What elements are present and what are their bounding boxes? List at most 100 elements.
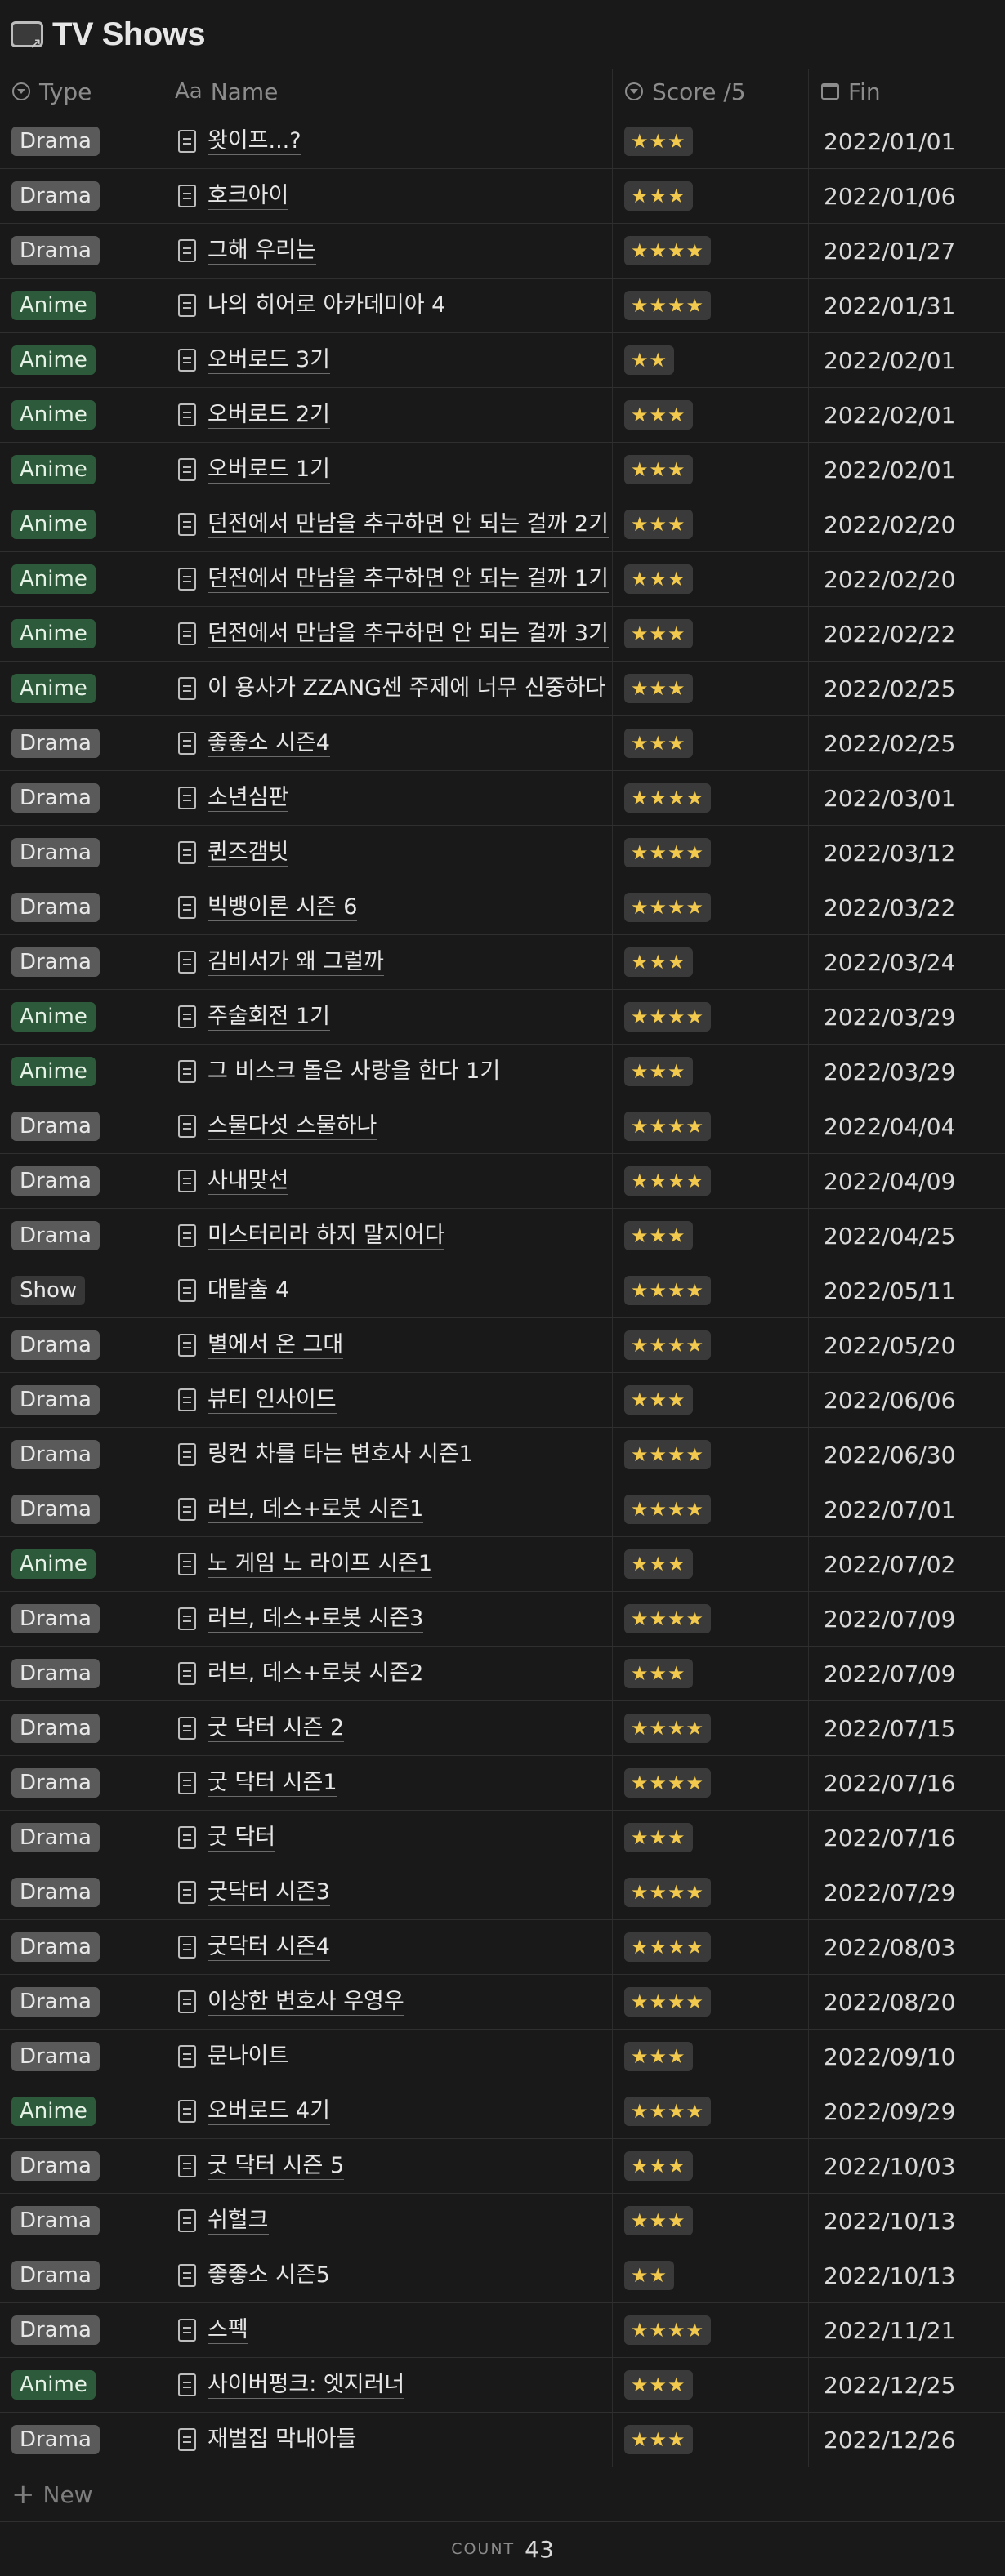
table-row[interactable]: Drama 굿 닥터 시즌 2 ★★★★ 2022/07/15 bbox=[0, 1701, 1005, 1756]
page-link[interactable]: 문나이트 bbox=[208, 2043, 289, 2070]
count-summary[interactable]: COUNT 43 bbox=[0, 2522, 1005, 2576]
table-row[interactable]: Drama 굿닥터 시즌3 ★★★★ 2022/07/29 bbox=[0, 1865, 1005, 1920]
name-cell[interactable]: 쉬헐크 bbox=[163, 2194, 613, 2248]
table-row[interactable]: Anime 주술회전 1기 ★★★★ 2022/03/29 bbox=[0, 990, 1005, 1045]
table-row[interactable]: Drama 러브, 데스+로봇 시즌1 ★★★★ 2022/07/01 bbox=[0, 1482, 1005, 1537]
type-cell[interactable]: Anime bbox=[0, 497, 163, 551]
fin-date-cell[interactable]: 2022/07/29 bbox=[809, 1865, 1005, 1919]
score-cell[interactable]: ★★★★ bbox=[613, 826, 809, 880]
type-cell[interactable]: Anime bbox=[0, 990, 163, 1044]
fin-date-cell[interactable]: 2022/05/11 bbox=[809, 1263, 1005, 1317]
page-link[interactable]: 굿 닥터 시즌 5 bbox=[208, 2153, 345, 2180]
page-link[interactable]: 왓이프...? bbox=[208, 128, 302, 155]
type-cell[interactable]: Drama bbox=[0, 2030, 163, 2084]
table-row[interactable]: Drama 러브, 데스+로봇 시즌2 ★★★ 2022/07/09 bbox=[0, 1647, 1005, 1701]
page-link[interactable]: 오버로드 1기 bbox=[208, 457, 330, 484]
table-row[interactable]: Anime 그 비스크 돌은 사랑을 한다 1기 ★★★ 2022/03/29 bbox=[0, 1045, 1005, 1099]
type-cell[interactable]: Anime bbox=[0, 607, 163, 661]
type-cell[interactable]: Drama bbox=[0, 1592, 163, 1646]
page-link[interactable]: 사내맞선 bbox=[208, 1168, 289, 1195]
page-link[interactable]: 던전에서 만남을 추구하면 안 되는 걸까 1기 bbox=[208, 566, 609, 593]
type-cell[interactable]: Drama bbox=[0, 1811, 163, 1865]
table-row[interactable]: Drama 뷰티 인사이드 ★★★ 2022/06/06 bbox=[0, 1373, 1005, 1428]
table-row[interactable]: Drama 스펙 ★★★★ 2022/11/21 bbox=[0, 2303, 1005, 2358]
fin-date-cell[interactable]: 2022/02/22 bbox=[809, 607, 1005, 661]
page-link[interactable]: 호크아이 bbox=[208, 183, 289, 210]
page-link[interactable]: 재벌집 막내아들 bbox=[208, 2427, 357, 2453]
score-cell[interactable]: ★★★ bbox=[613, 388, 809, 442]
type-cell[interactable]: Drama bbox=[0, 1920, 163, 1974]
fin-date-cell[interactable]: 2022/08/03 bbox=[809, 1920, 1005, 1974]
table-row[interactable]: Anime 나의 히어로 아카데미아 4 ★★★★ 2022/01/31 bbox=[0, 279, 1005, 333]
type-cell[interactable]: Anime bbox=[0, 2084, 163, 2138]
type-cell[interactable]: Anime bbox=[0, 1045, 163, 1099]
name-cell[interactable]: 대탈출 4 bbox=[163, 1263, 613, 1317]
type-cell[interactable]: Drama bbox=[0, 1701, 163, 1755]
column-header-name[interactable]: Aa Name bbox=[163, 69, 613, 114]
name-cell[interactable]: 굿 닥터 시즌 2 bbox=[163, 1701, 613, 1755]
table-row[interactable]: Drama 재벌집 막내아들 ★★★ 2022/12/26 bbox=[0, 2413, 1005, 2467]
fin-date-cell[interactable]: 2022/12/26 bbox=[809, 2413, 1005, 2467]
table-row[interactable]: Anime 던전에서 만남을 추구하면 안 되는 걸까 3기 ★★★ 2022/02/… bbox=[0, 607, 1005, 662]
table-row[interactable]: Drama 미스터리라 하지 말지어다 ★★★ 2022/04/25 bbox=[0, 1209, 1005, 1263]
table-row[interactable]: Drama 굿 닥터 시즌 5 ★★★ 2022/10/03 bbox=[0, 2139, 1005, 2194]
type-cell[interactable]: Drama bbox=[0, 1482, 163, 1536]
table-row[interactable]: Anime 노 게임 노 라이프 시즌1 ★★★ 2022/07/02 bbox=[0, 1537, 1005, 1592]
fin-date-cell[interactable]: 2022/04/09 bbox=[809, 1154, 1005, 1208]
score-cell[interactable]: ★★★★ bbox=[613, 1318, 809, 1372]
table-row[interactable]: Drama 김비서가 왜 그럴까 ★★★ 2022/03/24 bbox=[0, 935, 1005, 990]
page-link[interactable]: 스물다섯 스물하나 bbox=[208, 1113, 377, 1140]
type-cell[interactable]: Drama bbox=[0, 1154, 163, 1208]
name-cell[interactable]: 뷰티 인사이드 bbox=[163, 1373, 613, 1427]
score-cell[interactable]: ★★★★ bbox=[613, 1865, 809, 1919]
page-link[interactable]: 김비서가 왜 그럴까 bbox=[208, 949, 384, 976]
type-cell[interactable]: Anime bbox=[0, 2358, 163, 2412]
score-cell[interactable]: ★★★★ bbox=[613, 1482, 809, 1536]
score-cell[interactable]: ★★★ bbox=[613, 1209, 809, 1263]
table-row[interactable]: Drama 퀸즈갬빗 ★★★★ 2022/03/12 bbox=[0, 826, 1005, 880]
type-cell[interactable]: Drama bbox=[0, 2413, 163, 2467]
score-cell[interactable]: ★★★★ bbox=[613, 771, 809, 825]
name-cell[interactable]: 러브, 데스+로봇 시즌2 bbox=[163, 1647, 613, 1700]
fin-date-cell[interactable]: 2022/07/16 bbox=[809, 1756, 1005, 1810]
fin-date-cell[interactable]: 2022/04/25 bbox=[809, 1209, 1005, 1263]
type-cell[interactable]: Drama bbox=[0, 2248, 163, 2302]
score-cell[interactable]: ★★★ bbox=[613, 2413, 809, 2467]
fin-date-cell[interactable]: 2022/05/20 bbox=[809, 1318, 1005, 1372]
name-cell[interactable]: 호크아이 bbox=[163, 169, 613, 223]
fin-date-cell[interactable]: 2022/08/20 bbox=[809, 1975, 1005, 2029]
type-cell[interactable]: Show bbox=[0, 1263, 163, 1317]
page-link[interactable]: 러브, 데스+로봇 시즌1 bbox=[208, 1496, 424, 1523]
name-cell[interactable]: 굿닥터 시즌4 bbox=[163, 1920, 613, 1974]
table-row[interactable]: Drama 쉬헐크 ★★★ 2022/10/13 bbox=[0, 2194, 1005, 2248]
name-cell[interactable]: 사이버펑크: 엣지러너 bbox=[163, 2358, 613, 2412]
table-row[interactable]: Drama 링컨 차를 타는 변호사 시즌1 ★★★★ 2022/06/30 bbox=[0, 1428, 1005, 1482]
page-link[interactable]: 러브, 데스+로봇 시즌2 bbox=[208, 1660, 424, 1687]
page-link[interactable]: 퀸즈갬빗 bbox=[208, 840, 289, 867]
type-cell[interactable]: Drama bbox=[0, 935, 163, 989]
page-link[interactable]: 굿 닥터 bbox=[208, 1825, 276, 1852]
name-cell[interactable]: 그해 우리는 bbox=[163, 224, 613, 278]
score-cell[interactable]: ★★★ bbox=[613, 443, 809, 497]
score-cell[interactable]: ★★★ bbox=[613, 1647, 809, 1700]
score-cell[interactable]: ★★★★ bbox=[613, 1428, 809, 1482]
table-row[interactable]: Drama 빅뱅이론 시즌 6 ★★★★ 2022/03/22 bbox=[0, 880, 1005, 935]
name-cell[interactable]: 나의 히어로 아카데미아 4 bbox=[163, 279, 613, 332]
name-cell[interactable]: 굿 닥터 시즌1 bbox=[163, 1756, 613, 1810]
name-cell[interactable]: 주술회전 1기 bbox=[163, 990, 613, 1044]
type-cell[interactable]: Drama bbox=[0, 2303, 163, 2357]
name-cell[interactable]: 노 게임 노 라이프 시즌1 bbox=[163, 1537, 613, 1591]
score-cell[interactable]: ★★★ bbox=[613, 607, 809, 661]
table-row[interactable]: Anime 던전에서 만남을 추구하면 안 되는 걸까 1기 ★★★ 2022/02/… bbox=[0, 552, 1005, 607]
table-row[interactable]: Drama 문나이트 ★★★ 2022/09/10 bbox=[0, 2030, 1005, 2084]
name-cell[interactable]: 퀸즈갬빗 bbox=[163, 826, 613, 880]
score-cell[interactable]: ★★ bbox=[613, 333, 809, 387]
table-row[interactable]: Anime 오버로드 2기 ★★★ 2022/02/01 bbox=[0, 388, 1005, 443]
page-link[interactable]: 그해 우리는 bbox=[208, 238, 316, 265]
score-cell[interactable]: ★★★★ bbox=[613, 990, 809, 1044]
table-row[interactable]: Drama 별에서 온 그대 ★★★★ 2022/05/20 bbox=[0, 1318, 1005, 1373]
name-cell[interactable]: 던전에서 만남을 추구하면 안 되는 걸까 3기 bbox=[163, 607, 613, 661]
page-link[interactable]: 굿닥터 시즌4 bbox=[208, 1934, 330, 1961]
type-cell[interactable]: Drama bbox=[0, 224, 163, 278]
page-link[interactable]: 이 용사가 ZZANG센 주제에 너무 신중하다 bbox=[208, 675, 606, 702]
